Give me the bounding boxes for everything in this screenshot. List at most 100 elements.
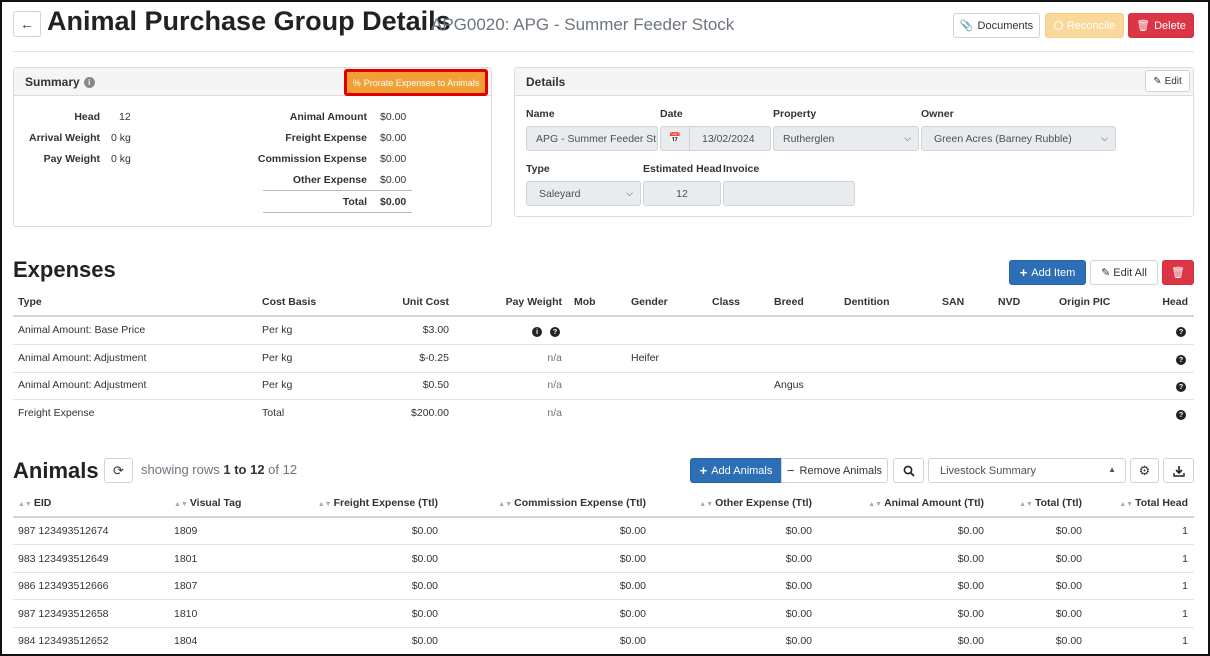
details-edit-label: Edit bbox=[1164, 75, 1182, 87]
summary-value-arrival-weight: 0 kg bbox=[111, 132, 131, 144]
animal-total: $0.00 bbox=[1055, 553, 1082, 565]
col-total[interactable]: ▲▼ Total (Ttl) bbox=[1000, 497, 1082, 509]
showing-rows-text: showing rows 1 to 12 of 12 bbox=[141, 462, 298, 477]
remove-animals-button[interactable]: − Remove Animals bbox=[781, 458, 888, 483]
col-head: Head bbox=[1162, 296, 1188, 308]
add-animals-label: Add Animals bbox=[711, 464, 773, 477]
delete-expenses-button[interactable]: 🗑 bbox=[1162, 260, 1194, 285]
summary-label-total: Total bbox=[342, 196, 367, 208]
col-cost-basis: Cost Basis bbox=[262, 296, 317, 308]
pay-weight-help-icon[interactable]: ? bbox=[550, 325, 560, 337]
calendar-icon: 📅 bbox=[668, 133, 682, 144]
download-icon bbox=[1172, 465, 1185, 477]
view-select[interactable]: Livestock Summary ▲ bbox=[928, 458, 1126, 483]
expense-cost-basis: Per kg bbox=[262, 379, 293, 391]
col-type: Type bbox=[18, 296, 42, 308]
property-select[interactable]: Rutherglen ⌵ bbox=[773, 126, 919, 151]
col-total-head[interactable]: ▲▼ Total Head bbox=[1100, 497, 1188, 509]
animal-head: 1 bbox=[1182, 553, 1188, 565]
expense-pay-weight: n/a bbox=[547, 407, 562, 419]
expense-type: Animal Amount: Adjustment bbox=[18, 379, 147, 391]
calendar-button[interactable]: 📅 bbox=[660, 126, 690, 151]
head-help-icon[interactable]: ? bbox=[1176, 408, 1186, 420]
minus-icon: − bbox=[786, 463, 795, 478]
name-input[interactable]: APG - Summer Feeder St bbox=[526, 126, 658, 151]
search-button[interactable] bbox=[893, 458, 924, 483]
back-button[interactable]: ← bbox=[13, 11, 41, 37]
add-item-button[interactable]: + Add Item bbox=[1009, 260, 1086, 285]
edit-all-button[interactable]: ✎ Edit All bbox=[1090, 260, 1158, 285]
invoice-input[interactable] bbox=[723, 181, 855, 206]
info-icon[interactable]: i bbox=[83, 77, 95, 89]
reconcile-button[interactable]: Reconcile bbox=[1045, 13, 1124, 38]
animal-commission: $0.00 bbox=[619, 553, 646, 565]
header-divider bbox=[13, 51, 1194, 52]
animal-freight: $0.00 bbox=[411, 635, 438, 647]
col-unit-cost: Unit Cost bbox=[402, 296, 449, 308]
expense-unit-cost: $0.50 bbox=[422, 379, 449, 391]
animal-commission: $0.00 bbox=[619, 525, 646, 537]
sort-icon: ▲▼ bbox=[498, 501, 513, 508]
head-help-icon[interactable]: ? bbox=[1176, 380, 1186, 392]
expense-unit-cost: $-0.25 bbox=[419, 352, 449, 364]
estimated-head-label: Estimated Head bbox=[643, 163, 722, 175]
type-select[interactable]: Saleyard ⌵ bbox=[526, 181, 641, 206]
prorate-expenses-button[interactable]: % Prorate Expenses to Animals bbox=[344, 69, 488, 96]
col-other-expense[interactable]: ▲▼ Other Expense (Ttl) bbox=[670, 497, 812, 509]
summary-value-head: 12 bbox=[119, 111, 131, 123]
owner-select[interactable]: Green Acres (Barney Rubble) ⌵ bbox=[921, 126, 1116, 151]
col-origin-pic: Origin PIC bbox=[1059, 296, 1111, 308]
refresh-icon: ⟳ bbox=[113, 462, 124, 478]
summary-title: Summary i bbox=[25, 75, 95, 89]
animal-freight: $0.00 bbox=[411, 580, 438, 592]
row-divider bbox=[13, 344, 1194, 345]
col-visual-tag[interactable]: ▲▼ Visual Tag bbox=[174, 497, 241, 509]
delete-button[interactable]: 🗑 Delete bbox=[1128, 13, 1194, 38]
col-breed: Breed bbox=[774, 296, 804, 308]
summary-value-freight-expense: $0.00 bbox=[380, 132, 407, 144]
animal-amount: $0.00 bbox=[957, 635, 984, 647]
pencil-icon: ✎ bbox=[1101, 267, 1111, 279]
summary-value-other-expense: $0.00 bbox=[380, 174, 407, 186]
property-label: Property bbox=[773, 108, 817, 120]
sort-icon: ▲▼ bbox=[1019, 501, 1033, 508]
date-input[interactable]: 13/02/2024 bbox=[689, 126, 771, 151]
refresh-button[interactable]: ⟳ bbox=[104, 458, 133, 483]
pay-weight-info-icon[interactable]: i bbox=[532, 325, 542, 337]
animal-freight: $0.00 bbox=[411, 525, 438, 537]
summary-label-animal-amount: Animal Amount bbox=[289, 111, 367, 123]
animal-amount: $0.00 bbox=[957, 553, 984, 565]
reconcile-label: Reconcile bbox=[1066, 19, 1116, 32]
animal-freight: $0.00 bbox=[411, 553, 438, 565]
add-animals-button[interactable]: + Add Animals bbox=[690, 458, 782, 483]
settings-button[interactable]: ⚙ bbox=[1130, 458, 1159, 483]
page-title: Animal Purchase Group Details bbox=[47, 6, 451, 36]
trash-icon: 🗑 bbox=[1171, 267, 1185, 279]
col-commission-expense[interactable]: ▲▼ Commission Expense (Ttl) bbox=[470, 497, 646, 509]
plus-icon: + bbox=[699, 463, 708, 478]
animal-visual-tag: 1801 bbox=[174, 553, 198, 565]
download-button[interactable] bbox=[1163, 458, 1194, 483]
expenses-title: Expenses bbox=[13, 257, 116, 282]
row-divider bbox=[13, 399, 1194, 400]
animal-visual-tag: 1807 bbox=[174, 580, 198, 592]
animal-visual-tag: 1810 bbox=[174, 608, 198, 620]
owner-value: Green Acres (Barney Rubble) bbox=[934, 132, 1072, 145]
summary-label-other-expense: Other Expense bbox=[292, 174, 367, 186]
col-dentition: Dentition bbox=[844, 296, 890, 308]
name-label: Name bbox=[526, 108, 555, 120]
animal-other: $0.00 bbox=[785, 635, 812, 647]
head-help-icon[interactable]: ? bbox=[1176, 325, 1186, 337]
sort-icon: ▲▼ bbox=[18, 501, 32, 508]
animal-amount: $0.00 bbox=[957, 525, 984, 537]
row-divider bbox=[13, 544, 1194, 545]
animal-commission: $0.00 bbox=[619, 608, 646, 620]
col-eid[interactable]: ▲▼ EID bbox=[18, 497, 51, 509]
head-help-icon[interactable]: ? bbox=[1176, 353, 1186, 365]
estimated-head-input[interactable]: 12 bbox=[643, 181, 721, 206]
details-edit-button[interactable]: ✎ Edit bbox=[1145, 70, 1190, 92]
animal-amount: $0.00 bbox=[957, 580, 984, 592]
col-freight-expense[interactable]: ▲▼ Freight Expense (Ttl) bbox=[280, 497, 438, 509]
col-animal-amount[interactable]: ▲▼ Animal Amount (Ttl) bbox=[840, 497, 984, 509]
documents-button[interactable]: 📎 Documents bbox=[953, 13, 1040, 38]
